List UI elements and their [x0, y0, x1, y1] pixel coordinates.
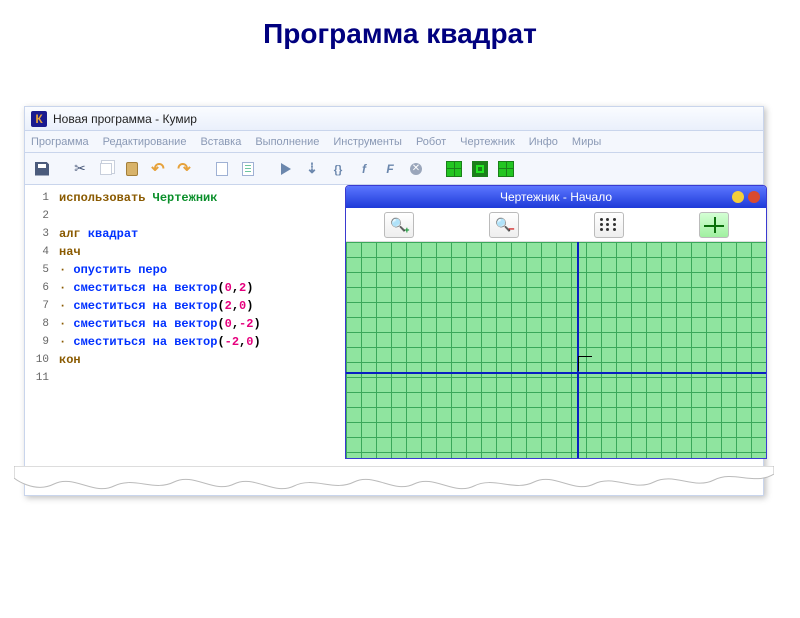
close-icon[interactable]	[748, 191, 760, 203]
braces-icon	[334, 160, 343, 178]
line-number: 9	[25, 333, 55, 351]
world-grid2-button[interactable]	[495, 158, 517, 180]
toolbar	[25, 153, 763, 185]
redo-button[interactable]	[173, 158, 195, 180]
editor-area: 1 2 3 4 5 6 7 8 9 10 11 использовать Чер…	[25, 185, 763, 495]
copy-icon	[100, 163, 112, 175]
copy-button[interactable]	[95, 158, 117, 180]
minus-icon: –	[508, 223, 514, 235]
stop-icon	[410, 163, 422, 175]
code-editor[interactable]: использовать Чертежник алг квадрат нач ·…	[55, 185, 345, 495]
line-number: 4	[25, 243, 55, 261]
drawer-window: Чертежник - Начало + –	[345, 185, 767, 459]
window-title: Новая программа - Кумир	[53, 112, 197, 126]
line-number: 5	[25, 261, 55, 279]
run-button[interactable]	[275, 158, 297, 180]
axes-toggle-button[interactable]	[699, 212, 729, 238]
grid2-icon	[498, 161, 514, 177]
grid-toggle-button[interactable]	[594, 212, 624, 238]
menu-worlds[interactable]: Миры	[572, 136, 601, 148]
drawer-panel: Чертежник - Начало + –	[345, 185, 763, 495]
slide-title: Программа квадрат	[0, 18, 800, 50]
drawer-title-text: Чертежник - Начало	[500, 190, 612, 204]
line-gutter: 1 2 3 4 5 6 7 8 9 10 11	[25, 185, 55, 495]
step-into-button[interactable]	[327, 158, 349, 180]
line-number: 8	[25, 315, 55, 333]
play-icon	[281, 163, 291, 175]
menu-tools[interactable]: Инструменты	[333, 136, 402, 148]
drawer-toolbar: + –	[346, 208, 766, 242]
world-grid-button[interactable]	[443, 158, 465, 180]
doc1-button[interactable]	[211, 158, 233, 180]
document-icon	[216, 162, 228, 176]
function-cap-icon	[386, 160, 393, 178]
stop-button[interactable]	[405, 158, 427, 180]
paste-icon	[126, 162, 138, 176]
undo-button[interactable]	[147, 158, 169, 180]
document-lines-icon	[242, 162, 254, 176]
titlebar: К Новая программа - Кумир	[25, 107, 763, 131]
line-number: 7	[25, 297, 55, 315]
y-axis	[577, 242, 579, 458]
grid-icon	[446, 161, 462, 177]
step-button[interactable]	[301, 158, 323, 180]
cut-button[interactable]	[69, 158, 91, 180]
line-number: 11	[25, 369, 55, 387]
pen-cursor	[578, 356, 592, 371]
drawer-titlebar: Чертежник - Начало	[346, 186, 766, 208]
paste-button[interactable]	[121, 158, 143, 180]
save-button[interactable]	[31, 158, 53, 180]
doc2-button[interactable]	[237, 158, 259, 180]
menu-edit[interactable]: Редактирование	[103, 136, 187, 148]
function-icon	[362, 160, 366, 178]
zoom-out-button[interactable]: –	[489, 212, 519, 238]
func-button[interactable]	[353, 158, 375, 180]
menu-program[interactable]: Программа	[31, 136, 89, 148]
undo-icon	[151, 159, 164, 179]
func2-button[interactable]	[379, 158, 401, 180]
line-number: 2	[25, 207, 55, 225]
ide-window: К Новая программа - Кумир Программа Реда…	[24, 106, 764, 496]
canvas-grid	[346, 242, 766, 458]
menu-robot[interactable]: Робот	[416, 136, 446, 148]
plus-icon: +	[404, 225, 409, 235]
line-number: 1	[25, 189, 55, 207]
step-icon	[306, 160, 318, 178]
x-axis	[346, 372, 766, 374]
scissors-icon	[74, 160, 86, 178]
menu-drawer[interactable]: Чертежник	[460, 136, 515, 148]
menu-insert[interactable]: Вставка	[200, 136, 241, 148]
redo-icon	[177, 159, 190, 179]
drawer-canvas[interactable]	[346, 242, 766, 458]
menu-run[interactable]: Выполнение	[255, 136, 319, 148]
save-icon	[35, 162, 49, 176]
app-icon: К	[31, 111, 47, 127]
world-square-button[interactable]	[469, 158, 491, 180]
square-icon	[472, 161, 488, 177]
minimize-icon[interactable]	[732, 191, 744, 203]
line-number: 10	[25, 351, 55, 369]
menu-info[interactable]: Инфо	[529, 136, 558, 148]
zoom-in-button[interactable]: +	[384, 212, 414, 238]
menubar: Программа Редактирование Вставка Выполне…	[25, 131, 763, 153]
line-number: 6	[25, 279, 55, 297]
line-number: 3	[25, 225, 55, 243]
